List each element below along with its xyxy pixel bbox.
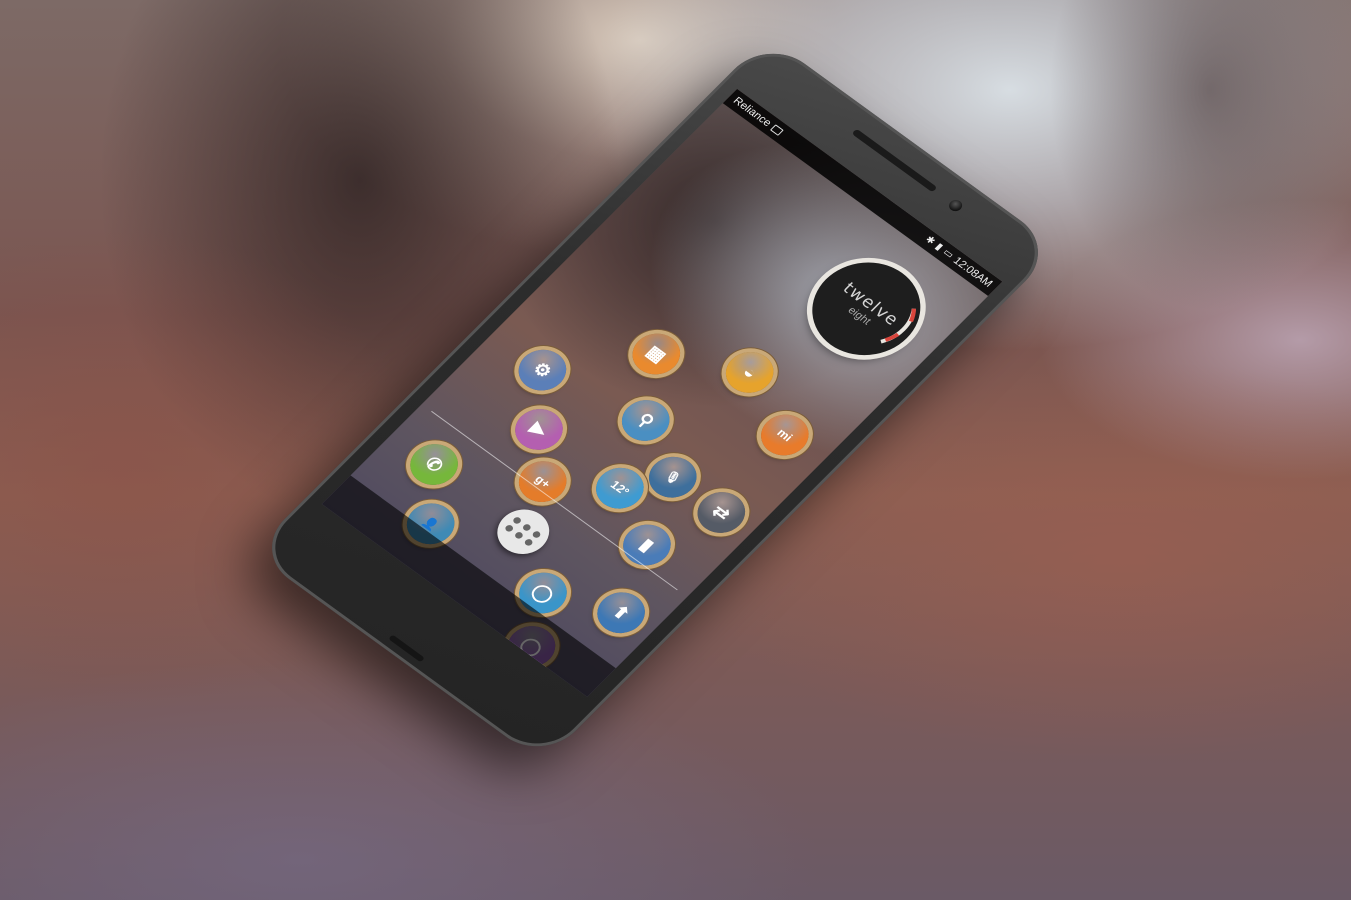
- search-icon[interactable]: ⚲: [612, 391, 680, 450]
- carrier-label: Reliance: [730, 95, 774, 129]
- play-store-icon[interactable]: ▶: [505, 400, 573, 459]
- flashlight-icon[interactable]: ▮: [613, 516, 681, 574]
- front-camera: [946, 197, 965, 214]
- status-time: 12:08AM: [950, 255, 995, 290]
- upload-icon[interactable]: ⬆: [587, 584, 655, 642]
- clock-hour-text: twelve: [838, 279, 903, 330]
- voice-search-icon[interactable]: 🎙: [639, 448, 707, 506]
- settings-icon[interactable]: ⚙: [508, 341, 576, 399]
- sim-toolkit-icon[interactable]: ▦: [622, 325, 690, 383]
- clock-widget[interactable]: twelve eight: [790, 243, 943, 374]
- weather-icon[interactable]: 12°: [586, 459, 654, 517]
- mi-icon[interactable]: mi: [751, 406, 819, 464]
- phone-icon[interactable]: ✆: [400, 435, 468, 494]
- battery-icon: ▭: [940, 247, 956, 261]
- bluetooth-icon: ✱: [922, 234, 938, 248]
- gallery-icon[interactable]: ◒: [716, 343, 784, 402]
- google-plus-icon[interactable]: g+: [509, 452, 577, 511]
- transfer-icon[interactable]: ⇄: [687, 483, 755, 542]
- app-drawer-button[interactable]: [486, 500, 560, 564]
- gallery-notification-icon: [769, 124, 784, 136]
